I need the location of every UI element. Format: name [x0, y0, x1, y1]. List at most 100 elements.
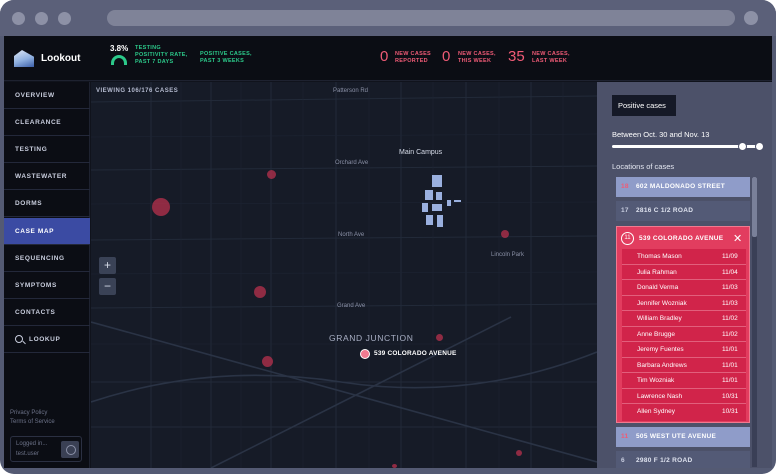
case-cluster-marker[interactable]	[152, 198, 170, 216]
list-item[interactable]: 6 2980 F 1/2 ROAD	[616, 451, 750, 468]
main-campus-label: Main Campus	[399, 149, 443, 156]
browser-menu-button[interactable]	[744, 11, 758, 25]
campus-building	[436, 192, 442, 200]
case-cluster-marker[interactable]	[516, 450, 522, 456]
top-bar: Lookout 3.8% TESTING POSITIVITY RATE, PA…	[4, 36, 772, 81]
person-name: Jeremy Fuentes	[637, 346, 684, 353]
new-cases-reported-label: NEW CASES REPORTED	[395, 51, 432, 64]
user-account-box[interactable]: Logged in... test.user	[10, 436, 82, 462]
close-icon[interactable]: ✕	[733, 232, 742, 245]
list-item[interactable]: William Bradley 11/02	[622, 311, 746, 327]
sidebar-item-sequencing[interactable]: SEQUENCING	[4, 245, 90, 272]
person-date: 11/04	[722, 268, 738, 276]
list-item[interactable]: 17 2816 C 1/2 ROAD	[616, 201, 750, 221]
list-item[interactable]: 18 602 MALDONADO STREET	[616, 177, 750, 197]
person-name: William Bradley	[637, 315, 682, 322]
campus-building	[437, 215, 443, 227]
zoom-out-button[interactable]: −	[99, 278, 116, 295]
person-date: 11/02	[722, 315, 738, 322]
positivity-rate-value: 3.8%	[110, 44, 129, 53]
person-name: Julia Rahman	[637, 268, 677, 276]
new-cases-this-week-value: 0	[442, 48, 451, 65]
slider-handle-end[interactable]	[755, 142, 764, 151]
list-item[interactable]: Thomas Mason 11/09	[622, 249, 746, 265]
new-cases-last-week-value: 35	[508, 48, 525, 65]
username: test.user	[16, 451, 40, 457]
location-name: 539 COLORADO AVENUE	[639, 235, 724, 242]
case-map[interactable]: VIEWING 106/176 CASES Patterson Rd Orcha…	[91, 82, 597, 468]
positive-cases-label: POSITIVE CASES, PAST 3 WEEKS	[200, 51, 252, 64]
window-minimize-dot[interactable]	[35, 12, 48, 25]
tab-positive-cases[interactable]: Positive cases	[612, 95, 676, 116]
sidebar-item-symptoms[interactable]: SYMPTOMS	[4, 272, 90, 299]
lookout-logo-icon	[14, 50, 34, 67]
sidebar-item-dorms[interactable]: DORMS	[4, 190, 90, 217]
person-date: 11/09	[722, 253, 738, 260]
person-date: 11/02	[722, 330, 738, 338]
case-cluster-marker[interactable]	[436, 334, 443, 341]
list-item[interactable]: Lawrence Nash 10/31	[622, 389, 746, 404]
list-item[interactable]: Julia Rahman 11/04	[622, 265, 746, 280]
street-label-lincoln: Lincoln Park	[491, 252, 525, 258]
sidebar-item-contacts[interactable]: CONTACTS	[4, 299, 90, 326]
privacy-policy-link[interactable]: Privacy Policy	[10, 410, 47, 416]
window-close-dot[interactable]	[12, 12, 25, 25]
viewing-count: VIEWING 106/176 CASES	[96, 88, 179, 94]
sidebar-item-case-map[interactable]: CASE MAP	[4, 218, 90, 245]
new-cases-this-week-label: NEW CASES, THIS WEEK	[458, 51, 496, 64]
campus-building	[422, 203, 428, 212]
campus-building	[432, 175, 442, 187]
case-people-list: Thomas Mason 11/09 Julia Rahman 11/04 Dona…	[622, 249, 746, 421]
person-name: Jennifer Wozniak	[637, 299, 687, 307]
sidebar-item-clearance[interactable]: CLEARANCE	[4, 109, 90, 136]
logged-in-label: Logged in...	[16, 441, 48, 447]
list-item[interactable]: 11 505 WEST UTE AVENUE	[616, 427, 750, 447]
new-cases-last-week-label: NEW CASES, LAST WEEK	[532, 51, 570, 64]
list-item[interactable]: Jeremy Fuentes 11/01	[622, 342, 746, 358]
window-maximize-dot[interactable]	[58, 12, 71, 25]
list-item[interactable]: Anne Brugge 11/02	[622, 327, 746, 342]
street-label-grand: Grand Ave	[337, 303, 366, 309]
list-scrollbar[interactable]	[752, 177, 757, 467]
case-cluster-marker[interactable]	[262, 356, 273, 367]
sidebar-item-wastewater[interactable]: WASTEWATER	[4, 163, 90, 190]
list-item[interactable]: Tim Wozniak 11/01	[622, 373, 746, 389]
expanded-location-card[interactable]: 11 539 COLORADO AVENUE ✕ Thomas Mason 11/…	[616, 226, 750, 423]
street-label-north: North Ave	[338, 232, 365, 238]
locations-list: 18 602 MALDONADO STREET 17 2816 C 1/2 RO…	[616, 177, 750, 468]
case-cluster-marker[interactable]	[501, 230, 509, 238]
list-item[interactable]: Barbara Andrews 11/01	[622, 358, 746, 373]
scrollbar-thumb[interactable]	[752, 177, 757, 237]
location-case-count: 18	[621, 183, 629, 190]
person-name: Anne Brugge	[637, 330, 675, 338]
case-cluster-marker[interactable]	[392, 464, 397, 468]
browser-titlebar	[0, 0, 776, 36]
sidebar-nav: OVERVIEW CLEARANCE TESTING WASTEWATER DO…	[4, 82, 90, 468]
case-cluster-marker[interactable]	[254, 286, 266, 298]
slider-handle-start[interactable]	[738, 142, 747, 151]
address-bar[interactable]	[107, 10, 735, 26]
list-item[interactable]: Jennifer Wozniak 11/03	[622, 296, 746, 311]
sidebar-item-testing[interactable]: TESTING	[4, 136, 90, 163]
case-cluster-marker[interactable]	[267, 170, 276, 179]
location-name: 2980 F 1/2 ROAD	[636, 457, 693, 464]
location-name: 602 MALDONADO STREET	[636, 183, 726, 190]
location-case-count: 11	[621, 433, 629, 440]
location-case-count: 6	[621, 457, 625, 464]
sidebar-item-lookup[interactable]: LOOKUP	[4, 326, 90, 353]
street-label-patterson: Patterson Rd	[333, 88, 369, 94]
campus-building	[425, 190, 433, 200]
avatar	[61, 441, 79, 458]
sidebar-item-overview[interactable]: OVERVIEW	[4, 82, 90, 109]
person-date: 11/03	[722, 284, 738, 291]
list-item[interactable]: Donald Verma 11/03	[622, 280, 746, 296]
person-date: 10/31	[722, 408, 739, 415]
location-name: 2816 C 1/2 ROAD	[636, 207, 694, 214]
browser-window: Lookout 3.8% TESTING POSITIVITY RATE, PA…	[0, 0, 776, 474]
list-item[interactable]: Allen Sydney 10/31	[622, 404, 746, 420]
campus-building	[426, 215, 433, 225]
selected-location-marker[interactable]	[360, 349, 370, 359]
app-root: Lookout 3.8% TESTING POSITIVITY RATE, PA…	[4, 36, 772, 468]
zoom-in-button[interactable]: +	[99, 257, 116, 274]
terms-link[interactable]: Terms of Service	[10, 419, 55, 425]
